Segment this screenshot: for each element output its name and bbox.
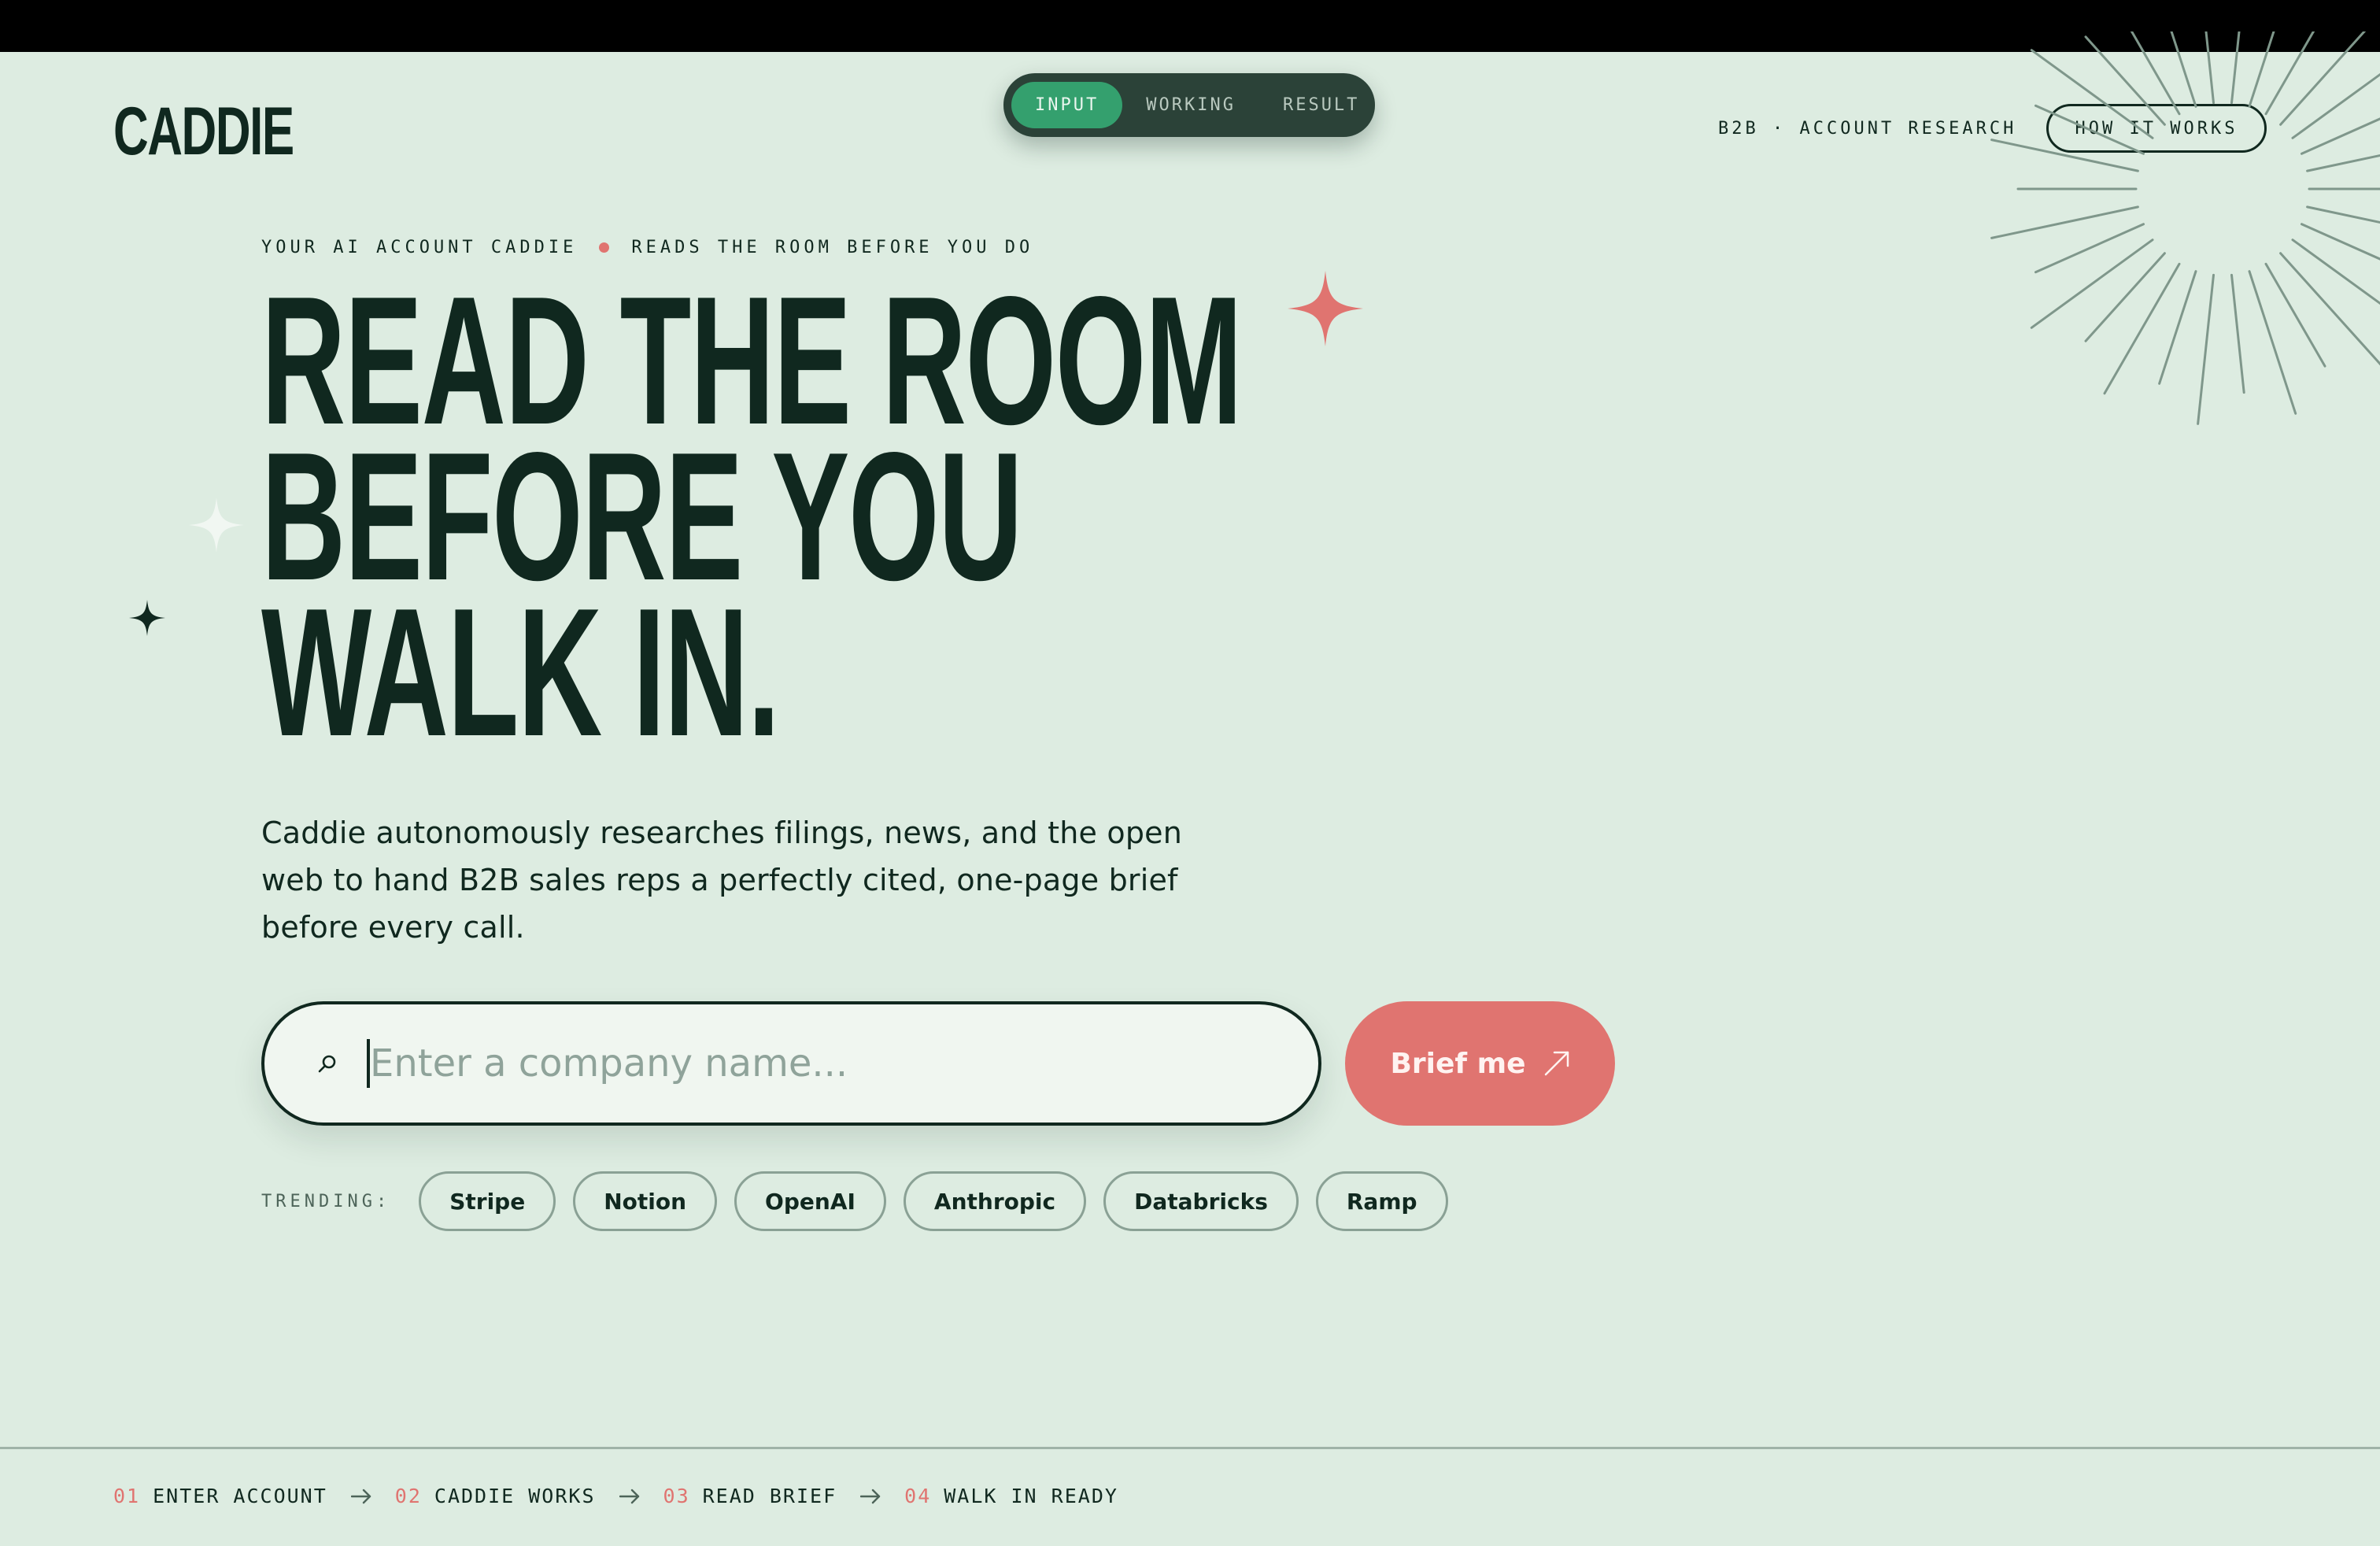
burst-ray (1990, 139, 2139, 172)
trending-row: TRENDING: Stripe Notion OpenAI Anthropic… (261, 1171, 1465, 1231)
arrow-right-icon (860, 1489, 881, 1504)
trending-chip-databricks[interactable]: Databricks (1103, 1171, 1299, 1231)
sparkle-dark-icon (129, 600, 165, 636)
logo[interactable]: CADDIE (113, 93, 294, 171)
burst-ray (2084, 252, 2166, 342)
step-1-label: ENTER ACCOUNT (153, 1485, 327, 1507)
step-1-number: 01 (113, 1485, 141, 1507)
mode-switch: INPUT WORKING RESULT (1003, 73, 1375, 137)
burst-ray (2291, 239, 2380, 305)
burst-ray (2279, 252, 2380, 366)
burst-ray (2030, 239, 2154, 329)
eyebrow-dot-icon (599, 242, 610, 253)
burst-ray (2034, 104, 2145, 155)
step-4-number: 04 (904, 1485, 932, 1507)
tab-input[interactable]: INPUT (1011, 82, 1123, 128)
hero-subcopy: Caddie autonomously researches filings, … (261, 816, 1183, 945)
trending-label: TRENDING: (261, 1191, 391, 1211)
tab-working[interactable]: WORKING (1122, 82, 1259, 128)
burst-ray (2264, 31, 2315, 116)
burst-ray (2204, 31, 2216, 105)
eyebrow-left: YOUR AI ACCOUNT CADDIE (261, 238, 578, 257)
company-search-input[interactable] (370, 1032, 1236, 1095)
footer-divider (0, 1447, 2380, 1449)
burst-ray (2306, 205, 2380, 224)
trending-chip-anthropic[interactable]: Anthropic (903, 1171, 1087, 1231)
sparkle-coral-icon (1288, 271, 1363, 346)
hero-headline: READ THE ROOM BEFORE YOU WALK IN. (261, 270, 1243, 775)
sparkle-white-icon (189, 497, 244, 553)
burst-ray (2170, 31, 2197, 108)
eyebrow: YOUR AI ACCOUNT CADDIE READS THE ROOM BE… (261, 238, 1033, 257)
burst-ray (2030, 49, 2154, 139)
burst-ray (2248, 31, 2275, 108)
arrow-right-icon (619, 1489, 640, 1504)
search-icon (312, 1048, 343, 1079)
step-3-number: 03 (663, 1485, 690, 1507)
step-2-label: CADDIE WORKS (434, 1485, 596, 1507)
step-4: 04 WALK IN READY (904, 1485, 1118, 1507)
process-steps: 01 ENTER ACCOUNT 02 CADDIE WORKS 03 READ… (113, 1485, 1118, 1507)
burst-ray (2034, 223, 2145, 274)
trending-chip-ramp[interactable]: Ramp (1315, 1171, 1448, 1231)
step-2-number: 02 (394, 1485, 422, 1507)
burst-ray (2103, 262, 2181, 395)
brief-me-button[interactable]: Brief me (1345, 1001, 1615, 1126)
burst-ray (2248, 270, 2297, 415)
trending-chip-openai[interactable]: OpenAI (734, 1171, 886, 1231)
burst-ray (2130, 31, 2181, 116)
trending-chip-notion[interactable]: Notion (573, 1171, 718, 1231)
step-2: 02 CADDIE WORKS (395, 1485, 596, 1507)
burst-ray (2084, 35, 2166, 126)
tab-result[interactable]: RESULT (1259, 82, 1383, 128)
step-1: 01 ENTER ACCOUNT (113, 1485, 327, 1507)
trending-chip-stripe[interactable]: Stripe (419, 1171, 556, 1231)
headline-line-3: WALK IN. (261, 571, 780, 775)
arrow-right-icon (350, 1489, 371, 1504)
step-4-label: WALK IN READY (944, 1485, 1118, 1507)
burst-ray (2306, 153, 2380, 172)
search-box[interactable] (261, 1001, 1321, 1126)
burst-ray (2197, 273, 2216, 425)
arrow-up-right-icon (1543, 1050, 1570, 1077)
burst-ray (1990, 205, 2139, 239)
sunburst-decoration (1990, 31, 2380, 425)
eyebrow-right: READS THE ROOM BEFORE YOU DO (631, 238, 1034, 257)
burst-ray (2230, 31, 2241, 105)
step-3: 03 READ BRIEF (663, 1485, 837, 1507)
brief-me-label: Brief me (1390, 1047, 1526, 1080)
burst-ray (2230, 273, 2245, 394)
burst-ray (2291, 72, 2380, 139)
step-3-label: READ BRIEF (702, 1485, 837, 1507)
